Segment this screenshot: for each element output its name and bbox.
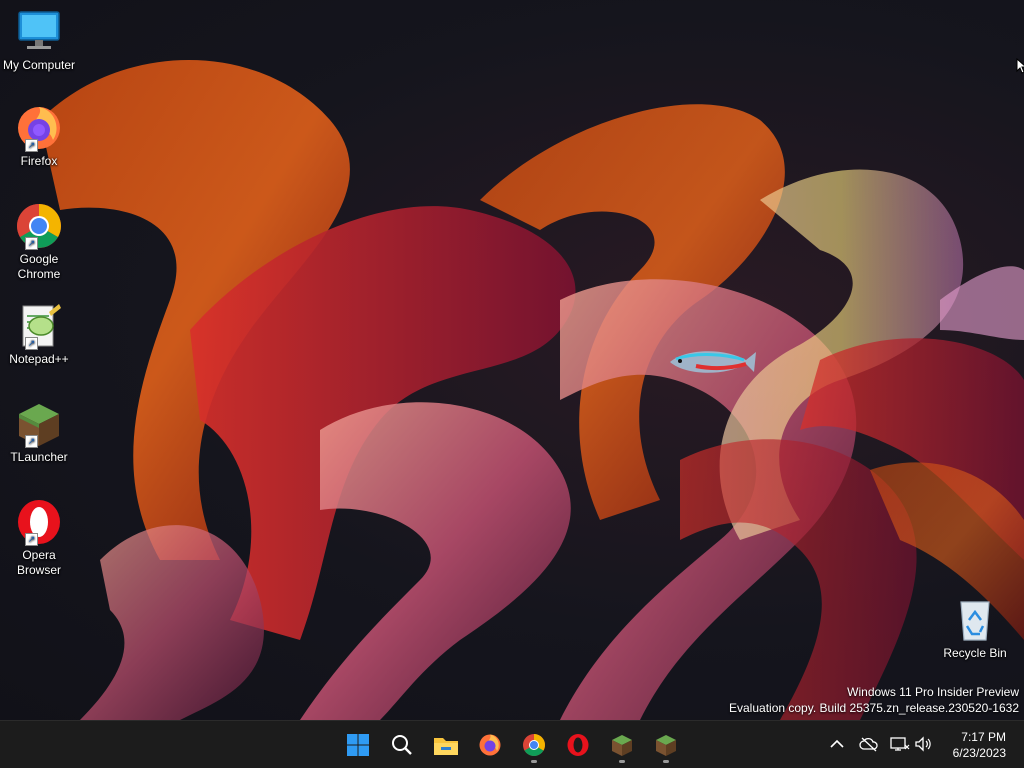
tlauncher-taskbar-button[interactable] bbox=[602, 725, 642, 765]
opera-icon bbox=[567, 734, 589, 756]
file-explorer-icon bbox=[434, 738, 458, 755]
firefox-taskbar-button[interactable] bbox=[470, 725, 510, 765]
taskbar: 7:17 PM 6/23/2023 bbox=[0, 720, 1024, 768]
chevron-up-icon bbox=[830, 739, 844, 748]
os-watermark: Windows 11 Pro Insider Preview Evaluatio… bbox=[729, 684, 1019, 716]
shortcut-arrow-icon: ↗ bbox=[25, 533, 38, 546]
start-button[interactable] bbox=[338, 725, 378, 765]
file-explorer-button[interactable] bbox=[426, 725, 466, 765]
running-indicator bbox=[663, 760, 669, 763]
wallpaper-bloom bbox=[40, 60, 1024, 720]
firefox-icon: ↗ bbox=[15, 104, 63, 152]
shortcut-arrow-icon: ↗ bbox=[25, 139, 38, 152]
google-chrome-label: Google Chrome bbox=[17, 252, 61, 281]
cloud-offline-icon bbox=[859, 737, 878, 752]
tlauncher-desktop-icon[interactable]: ↗ TLauncher bbox=[2, 400, 76, 465]
notepadpp-desktop-icon[interactable]: ↗ Notepad++ bbox=[2, 302, 76, 367]
notepadpp-icon: ↗ bbox=[15, 302, 63, 350]
search-icon bbox=[392, 735, 412, 755]
clock-button[interactable]: 7:17 PM 6/23/2023 bbox=[953, 729, 1006, 761]
opera-browser-label: Opera Browser bbox=[16, 548, 61, 577]
opera-taskbar-button[interactable] bbox=[558, 725, 598, 765]
shortcut-arrow-icon: ↗ bbox=[25, 435, 38, 448]
tlauncher-icon bbox=[612, 735, 632, 756]
watermark-build: Evaluation copy. Build 25375.zn_release.… bbox=[729, 701, 1019, 715]
running-indicator bbox=[619, 760, 625, 763]
notepadpp-label: Notepad++ bbox=[9, 352, 69, 366]
chrome-icon bbox=[523, 734, 545, 756]
volume-tray-button[interactable] bbox=[912, 733, 934, 755]
desktop[interactable]: My Computer ↗ Firefox ↗ Google Chrome ↗ … bbox=[0, 0, 1024, 720]
my-computer-label: My Computer bbox=[2, 58, 76, 72]
recycle-bin-icon bbox=[951, 596, 999, 644]
show-hidden-icons-button[interactable] bbox=[826, 733, 848, 755]
firefox-label: Firefox bbox=[20, 154, 58, 168]
google-chrome-desktop-icon[interactable]: ↗ Google Chrome bbox=[2, 202, 76, 282]
tlauncher-taskbar-button-2[interactable] bbox=[646, 725, 686, 765]
monitor-icon bbox=[15, 8, 63, 56]
clock-time: 7:17 PM bbox=[961, 730, 1006, 744]
aquarium-fish-icon bbox=[666, 344, 758, 385]
my-computer-desktop-icon[interactable]: My Computer bbox=[2, 8, 76, 73]
search-button[interactable] bbox=[382, 725, 422, 765]
tlauncher-label: TLauncher bbox=[10, 450, 68, 464]
shortcut-arrow-icon: ↗ bbox=[25, 237, 38, 250]
mouse-cursor-icon bbox=[1016, 57, 1024, 79]
tlauncher-icon bbox=[656, 735, 676, 756]
recycle-bin-label: Recycle Bin bbox=[943, 646, 1007, 660]
running-indicator bbox=[531, 760, 537, 763]
opera-icon: ↗ bbox=[15, 498, 63, 546]
grass-block-icon: ↗ bbox=[15, 400, 63, 448]
watermark-edition: Windows 11 Pro Insider Preview bbox=[847, 685, 1019, 699]
recycle-bin-desktop-icon[interactable]: Recycle Bin bbox=[938, 596, 1012, 661]
firefox-desktop-icon[interactable]: ↗ Firefox bbox=[2, 104, 76, 169]
opera-browser-desktop-icon[interactable]: ↗ Opera Browser bbox=[2, 498, 76, 578]
shortcut-arrow-icon: ↗ bbox=[25, 337, 38, 350]
network-tray-button[interactable] bbox=[889, 733, 911, 755]
network-icon bbox=[890, 737, 910, 751]
chrome-icon: ↗ bbox=[15, 202, 63, 250]
start-icon bbox=[347, 734, 369, 756]
firefox-icon bbox=[479, 734, 501, 756]
chrome-taskbar-button[interactable] bbox=[514, 725, 554, 765]
speaker-icon bbox=[915, 736, 931, 752]
onedrive-tray-button[interactable] bbox=[858, 733, 880, 755]
clock-date: 6/23/2023 bbox=[952, 746, 1006, 760]
